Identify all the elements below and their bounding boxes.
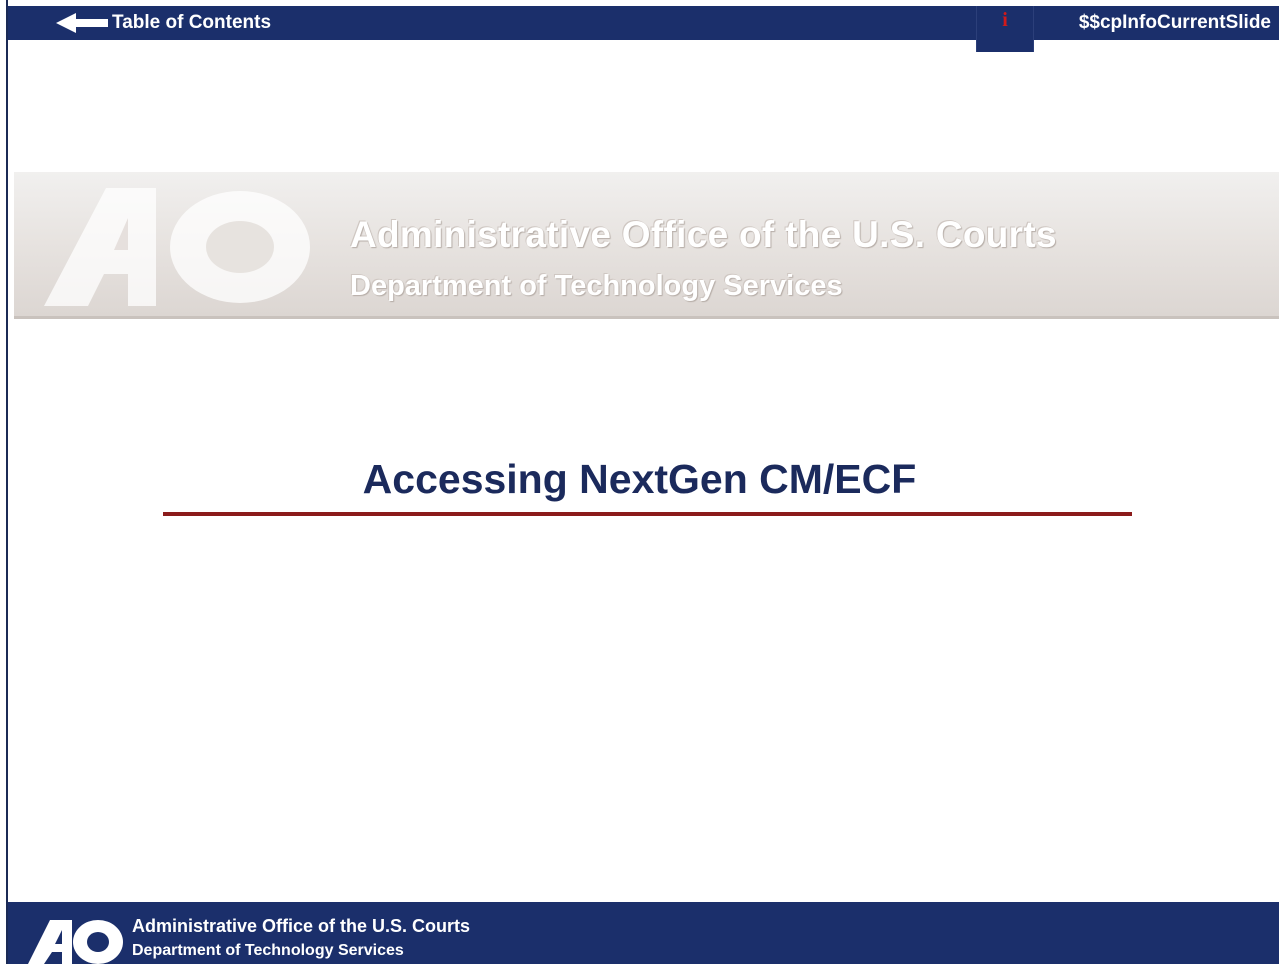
slide-counter: $$cpInfoCurrentSlide xyxy=(1078,12,1271,33)
table-of-contents-link[interactable]: Table of Contents xyxy=(56,6,271,40)
ao-logo xyxy=(44,188,310,306)
footer-bar: Administrative Office of the U.S. Courts… xyxy=(8,902,1279,964)
banner-title: Administrative Office of the U.S. Courts xyxy=(350,214,1057,255)
title-underline xyxy=(163,512,1132,516)
header-banner: Administrative Office of the U.S. Courts… xyxy=(14,172,1279,319)
banner-subtitle: Department of Technology Services xyxy=(350,270,843,302)
arrow-left-icon xyxy=(56,13,108,33)
footer-department: Department of Technology Services xyxy=(132,942,404,959)
top-nav-bar: Table of Contents i $$cpInfoCurrentSlide xyxy=(8,6,1279,52)
slide-title: Accessing NextGen CM/ECF xyxy=(362,456,917,502)
info-icon: i xyxy=(1002,9,1008,31)
slide-frame: Table of Contents i $$cpInfoCurrentSlide… xyxy=(0,0,1279,964)
table-of-contents-label: Table of Contents xyxy=(112,12,272,33)
info-button[interactable]: i xyxy=(976,6,1034,52)
ao-logo xyxy=(28,920,123,964)
footer-org-name: Administrative Office of the U.S. Courts xyxy=(132,916,471,936)
